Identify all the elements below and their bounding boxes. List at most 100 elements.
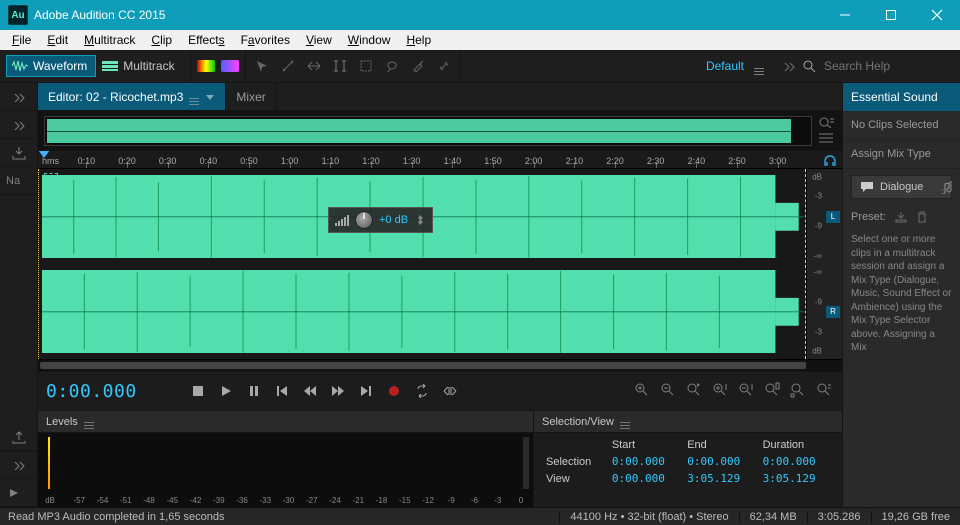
panel-collapse-media[interactable] (0, 111, 37, 139)
zoom-in-amplitude-button[interactable] (712, 382, 730, 400)
essential-sound-panel: Essential Sound No Clips Selected Assign… (842, 83, 960, 507)
menu-multitrack[interactable]: Multitrack (76, 32, 143, 48)
selection-duration-value[interactable]: 0:00.000 (759, 453, 834, 470)
preset-delete-icon[interactable] (916, 211, 928, 223)
overview-waveform[interactable] (44, 116, 812, 146)
rewind-button[interactable] (301, 382, 319, 400)
hud-pin-icon[interactable] (414, 214, 426, 226)
name-column-header[interactable]: Na (0, 167, 37, 195)
brush-tool-icon[interactable] (408, 56, 428, 76)
expand-toolbar-icon[interactable] (782, 59, 796, 73)
horizontal-scrollbar[interactable] (38, 359, 842, 371)
essential-sound-title[interactable]: Essential Sound (843, 83, 960, 111)
healing-tool-icon[interactable] (434, 56, 454, 76)
zoom-in-time-button[interactable] (634, 382, 652, 400)
selection-end-value[interactable]: 0:00.000 (683, 453, 758, 470)
overview-list-icon[interactable] (818, 132, 836, 146)
search-help-box[interactable] (802, 58, 952, 74)
menu-favorites[interactable]: Favorites (233, 32, 298, 48)
channel-badge-right[interactable]: R (826, 306, 840, 318)
time-ruler[interactable]: hms 0:100:200:300:400:501:001:101:201:30… (38, 151, 842, 169)
display-toggle-group (191, 50, 246, 82)
maximize-button[interactable] (868, 0, 914, 30)
mode-waveform-button[interactable]: Waveform (6, 55, 96, 77)
col-duration: Duration (759, 437, 834, 453)
tab-mixer[interactable]: Mixer (226, 83, 276, 110)
skip-selection-button[interactable] (441, 382, 459, 400)
zoom-to-selection-button[interactable] (816, 382, 834, 400)
lasso-tool-icon[interactable] (382, 56, 402, 76)
levels-panel-title: Levels (46, 416, 78, 428)
panel-collapse-history[interactable] (0, 451, 37, 479)
zoom-navigator-icon[interactable] (818, 116, 836, 130)
play-button[interactable] (217, 382, 235, 400)
search-icon (802, 59, 816, 73)
dialogue-button[interactable]: Dialogue (851, 175, 952, 199)
play-mini-icon[interactable] (0, 479, 37, 507)
spectral-frequency-button[interactable] (197, 60, 215, 72)
levels-panel-menu-icon[interactable] (84, 414, 94, 429)
levels-meter[interactable]: dB-57-54-51-48-45-42-39-36-33-30-27-24-2… (38, 433, 533, 507)
tab-editor-dropdown-icon[interactable] (205, 92, 215, 102)
menu-window[interactable]: Window (340, 32, 399, 48)
levels-panel: Levels dB-57-54-51-48-45-42-39-36-33-30-… (38, 411, 534, 507)
col-end: End (683, 437, 758, 453)
fast-forward-button[interactable] (329, 382, 347, 400)
row-selection-label: Selection (542, 453, 608, 470)
volume-hud[interactable]: +0 dB (328, 207, 433, 233)
playhead-handle[interactable] (38, 151, 50, 158)
menu-help[interactable]: Help (398, 32, 439, 48)
go-to-start-button[interactable] (273, 382, 291, 400)
move-tool-icon[interactable] (252, 56, 272, 76)
import-icon[interactable] (0, 139, 37, 167)
menu-file[interactable]: File (4, 32, 39, 48)
audition-preview-icon[interactable] (822, 151, 838, 169)
minimize-button[interactable] (822, 0, 868, 30)
tab-editor[interactable]: Editor: 02 - Ricochet.mp3 (38, 83, 226, 110)
export-icon[interactable] (0, 423, 37, 451)
time-selection-tool-icon[interactable] (330, 56, 350, 76)
loop-button[interactable] (413, 382, 431, 400)
go-to-end-button[interactable] (357, 382, 375, 400)
selection-view-menu-icon[interactable] (620, 414, 630, 429)
pause-button[interactable] (245, 382, 263, 400)
selection-start-value[interactable]: 0:00.000 (608, 453, 683, 470)
db-scale: dB -3 -9 -∞ -∞ -9 -3 dB L R (806, 169, 842, 359)
workspace-switcher[interactable]: Default (696, 58, 774, 75)
view-start-value[interactable]: 0:00.000 (608, 470, 683, 487)
hud-gain-knob[interactable] (355, 211, 373, 229)
menu-edit[interactable]: Edit (39, 32, 76, 48)
channel-badge-left[interactable]: L (826, 211, 840, 223)
menu-clip[interactable]: Clip (143, 32, 180, 48)
top-toolbar: Waveform Multitrack Default (0, 50, 960, 83)
menu-effects[interactable]: Effects (180, 32, 232, 48)
waveform-display[interactable]: +0 dB dB -3 -9 -∞ -∞ -9 -3 dB L R (38, 169, 842, 359)
close-button[interactable] (914, 0, 960, 30)
view-end-value[interactable]: 3:05.129 (683, 470, 758, 487)
tools-group (246, 50, 461, 82)
razor-tool-icon[interactable] (278, 56, 298, 76)
stop-button[interactable] (189, 382, 207, 400)
status-file-size: 62,34 MB (739, 511, 807, 523)
app-icon: Au (8, 5, 28, 25)
timecode-display[interactable]: 0:00.000 (46, 381, 137, 402)
slip-tool-icon[interactable] (304, 56, 324, 76)
col-start: Start (608, 437, 683, 453)
menu-view[interactable]: View (298, 32, 340, 48)
search-input[interactable] (822, 58, 952, 74)
record-button[interactable] (385, 382, 403, 400)
panel-collapse-files[interactable] (0, 83, 37, 111)
zoom-selection-in-button[interactable] (764, 382, 782, 400)
view-duration-value[interactable]: 3:05.129 (759, 470, 834, 487)
spectral-pitch-button[interactable] (221, 60, 239, 72)
workspace-menu-icon (754, 58, 764, 75)
zoom-selection-out-button[interactable] (790, 382, 808, 400)
preset-import-icon[interactable] (894, 211, 908, 223)
tab-editor-menu-icon[interactable] (189, 88, 199, 105)
zoom-out-amplitude-button[interactable] (738, 382, 756, 400)
preset-label: Preset: (851, 211, 886, 223)
zoom-reset-button[interactable] (686, 382, 704, 400)
mode-multitrack-button[interactable]: Multitrack (96, 55, 183, 77)
marquee-tool-icon[interactable] (356, 56, 376, 76)
zoom-out-time-button[interactable] (660, 382, 678, 400)
